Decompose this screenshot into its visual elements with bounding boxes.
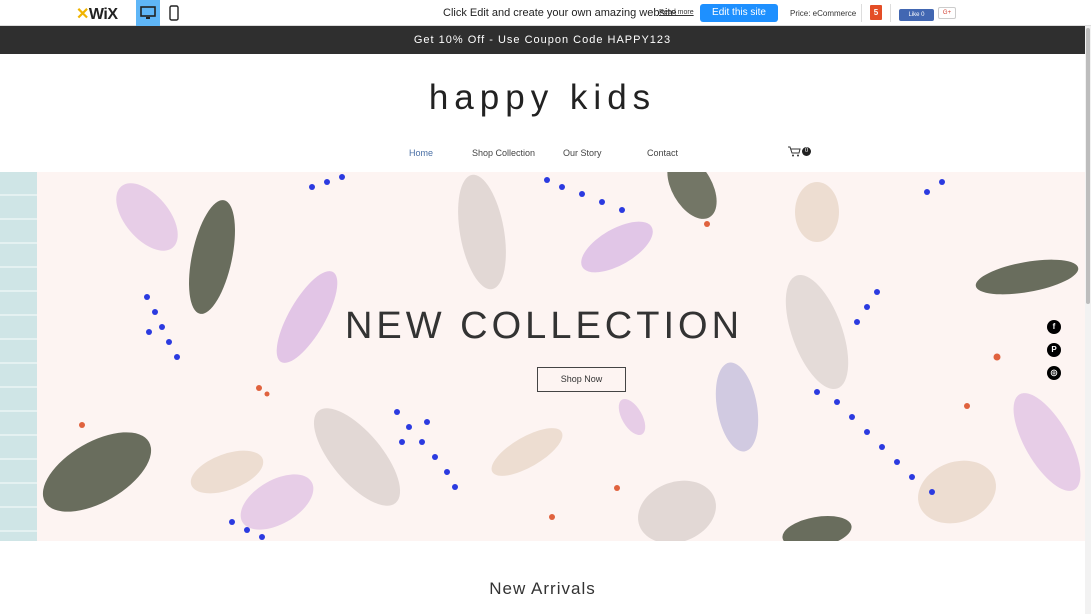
price-label: Price: eCommerce: [790, 9, 857, 18]
hero-title: NEW COLLECTION: [344, 305, 744, 347]
facebook-icon[interactable]: f: [1047, 320, 1061, 334]
google-plus-button[interactable]: G+: [938, 7, 956, 19]
wix-logo[interactable]: ✕WiX: [76, 4, 118, 24]
side-decoration: [0, 172, 37, 541]
read-more-link[interactable]: Read more: [659, 9, 694, 16]
scrollbar-thumb[interactable]: [1086, 28, 1090, 304]
facebook-like-button[interactable]: Like 0: [899, 9, 934, 21]
hero-banner: [37, 172, 1085, 541]
nav-shop-collection[interactable]: Shop Collection: [472, 148, 535, 158]
section-title: New Arrivals: [489, 579, 596, 598]
shop-now-button[interactable]: Shop Now: [537, 367, 626, 392]
edit-site-button[interactable]: Edit this site: [700, 4, 778, 22]
mobile-icon: [169, 5, 179, 21]
cart-icon: [788, 146, 801, 157]
divider: [861, 4, 862, 22]
brush-pattern: [42, 172, 1081, 541]
pinterest-icon[interactable]: P: [1047, 343, 1061, 357]
promo-message: Click Edit and create your own amazing w…: [443, 7, 677, 19]
cart-count: 0: [802, 147, 811, 156]
promo-banner: Get 10% Off - Use Coupon Code HAPPY123: [0, 26, 1085, 54]
instagram-icon[interactable]: ◎: [1047, 366, 1061, 380]
cart-button[interactable]: 0: [788, 146, 811, 157]
nav-home[interactable]: Home: [409, 148, 433, 158]
desktop-view-button[interactable]: [136, 0, 160, 26]
wix-top-bar: ✕WiX Click Edit and create your own amaz…: [0, 0, 1091, 26]
site-title[interactable]: happy kids: [0, 78, 1085, 118]
nav-contact[interactable]: Contact: [647, 148, 678, 158]
nav-our-story[interactable]: Our Story: [563, 148, 602, 158]
html5-icon: 5: [870, 5, 882, 20]
mobile-view-button[interactable]: [162, 0, 186, 26]
desktop-icon: [140, 6, 156, 19]
divider: [890, 4, 891, 22]
